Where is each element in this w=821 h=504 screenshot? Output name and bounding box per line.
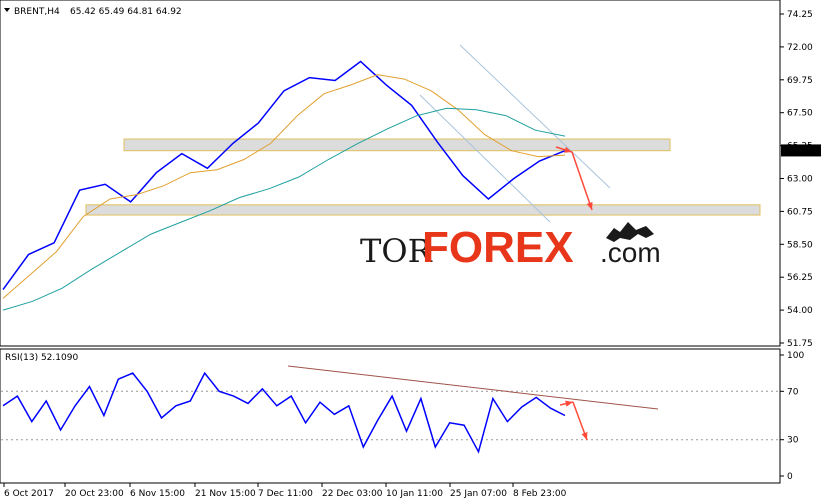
- ohlc-values: 65.42 65.49 64.81 64.92: [70, 7, 182, 17]
- price-tick-label: 60.75: [787, 207, 813, 217]
- current-price-label: 64.92: [785, 146, 811, 156]
- watermark-com: .com: [600, 237, 661, 268]
- price-tick-label: 69.75: [787, 76, 813, 86]
- time-tick-label: 25 Jan 07:00: [450, 489, 507, 499]
- price-tick-label: 51.75: [787, 339, 813, 349]
- rsi-tick-label: 100: [787, 351, 804, 361]
- price-tick-label: 63.00: [787, 175, 813, 185]
- time-tick-label: 10 Jan 11:00: [386, 489, 443, 499]
- rsi-tick-label: 30: [787, 436, 799, 446]
- price-panel-frame: [0, 0, 781, 347]
- price-axis: 74.2572.0069.7567.5065.2563.0060.7558.50…: [780, 10, 821, 349]
- rsi-tick-label: 0: [787, 472, 793, 482]
- time-tick-label: 21 Nov 15:00: [195, 489, 256, 499]
- rsi-tick-label: 70: [787, 387, 799, 397]
- time-tick-label: 20 Oct 23:00: [65, 489, 124, 499]
- rsi-label: RSI(13) 52.1090: [5, 353, 78, 363]
- rsi-panel-frame: [0, 348, 781, 484]
- price-tick-label: 74.25: [787, 10, 813, 20]
- time-tick-label: 8 Feb 23:00: [513, 489, 567, 499]
- time-tick-label: 7 Dec 11:00: [258, 489, 313, 499]
- time-axis: 6 Oct 2017 20 Oct 23:00 6 Nov 15:00 21 Nov …: [3, 483, 567, 499]
- symbol-label: BRENT,H4: [14, 7, 60, 17]
- price-tick-label: 67.50: [787, 109, 813, 119]
- price-tick-label: 72.00: [787, 43, 813, 53]
- zone-1: [85, 204, 761, 216]
- time-tick-label: 6 Oct 2017: [4, 489, 54, 499]
- watermark-forex: FOREX: [422, 223, 574, 272]
- price-chart: 74.2572.0069.7567.5065.2563.0060.7558.50…: [0, 0, 821, 499]
- price-tick-label: 56.25: [787, 273, 813, 283]
- price-tick-label: 54.00: [787, 306, 813, 316]
- price-tick-label: 58.50: [787, 240, 813, 250]
- time-tick-label: 22 Dec 03:00: [322, 489, 383, 499]
- time-tick-label: 6 Nov 15:00: [130, 489, 185, 499]
- zone-0: [123, 138, 671, 152]
